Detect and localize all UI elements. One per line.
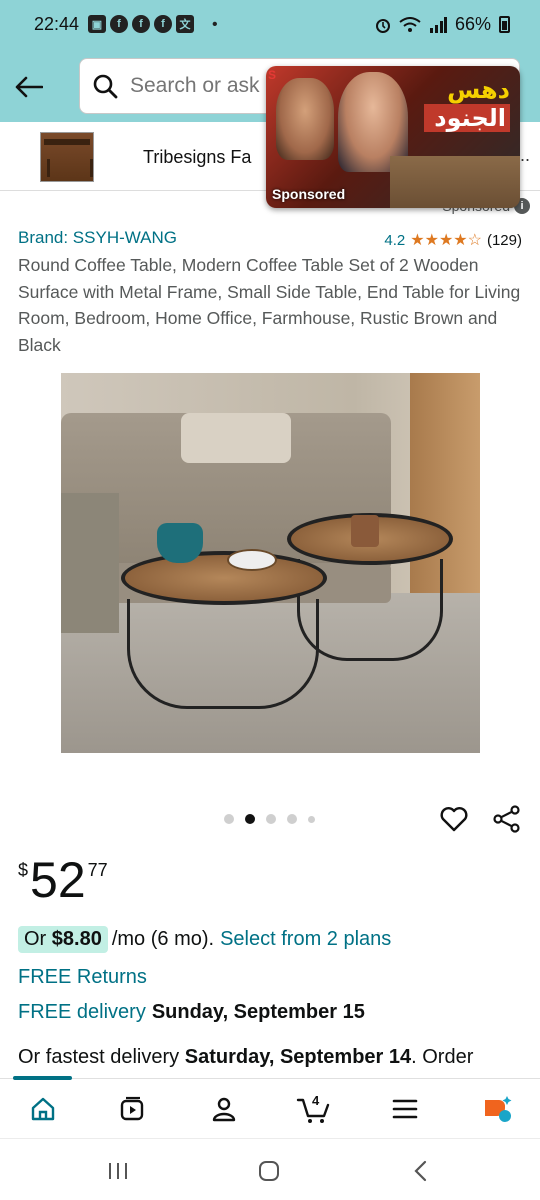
- select-plans-link[interactable]: Select from 2 plans: [220, 928, 391, 951]
- carousel-dot[interactable]: [308, 815, 315, 823]
- facebook-icon: f: [132, 15, 150, 33]
- battery-percent: 66%: [454, 14, 491, 34]
- back-arrow-icon: [15, 76, 43, 98]
- price-currency: $: [18, 860, 29, 880]
- notification-icons: ▣ f f f 文: [88, 15, 194, 33]
- free-delivery: FREE delivery Sunday, September 15: [18, 1001, 365, 1024]
- fastest-prefix: Or fastest delivery: [18, 1046, 180, 1068]
- fastest-date: Saturday, September 14: [184, 1046, 412, 1068]
- monthly-term: /mo (6 mo).: [111, 928, 215, 950]
- status-right: 66%: [375, 14, 510, 35]
- rating-value: 4.2: [384, 231, 406, 249]
- product-image[interactable]: [61, 373, 480, 753]
- video-icon: [120, 1096, 144, 1121]
- ad-headline-line1: دهس: [447, 76, 510, 104]
- star-rating-icon: ★★★★☆: [410, 232, 482, 249]
- signal-icon: [429, 16, 447, 33]
- ad-logo-icon[interactable]: S: [268, 68, 276, 82]
- search-icon: [93, 74, 118, 99]
- nav-menu[interactable]: [387, 1091, 423, 1127]
- monthly-amount: $8.80: [51, 928, 102, 950]
- recent-apps-button[interactable]: [103, 1157, 133, 1185]
- nav-account[interactable]: [206, 1091, 242, 1127]
- ad-product-thumbnail[interactable]: [40, 132, 94, 182]
- facebook-icon: f: [110, 15, 128, 33]
- image-cup: [227, 549, 277, 571]
- free-delivery-date: Sunday, September 15: [151, 1001, 365, 1023]
- alarm-icon: [375, 18, 390, 33]
- facebook-icon: f: [154, 15, 172, 33]
- back-button[interactable]: [12, 70, 46, 104]
- price: $ 52 77: [18, 852, 108, 908]
- status-time: 22:44: [34, 14, 80, 34]
- home-circle-icon: [259, 1161, 279, 1181]
- rufus-assistant-icon: [485, 1096, 512, 1122]
- free-returns-link[interactable]: FREE Returns: [18, 966, 147, 989]
- rating-summary[interactable]: 4.2 ★★★★☆ (129): [384, 230, 522, 250]
- image-table-top: [121, 551, 327, 605]
- system-back-button[interactable]: [406, 1157, 436, 1185]
- ad-scene-image: [390, 156, 520, 208]
- heart-icon: [440, 807, 468, 832]
- carousel-dots[interactable]: [224, 814, 315, 824]
- status-bar: 22:44 ▣ f f f 文 • 66%: [0, 0, 540, 52]
- image-plant-pot: [157, 523, 203, 563]
- home-icon: [31, 1097, 55, 1121]
- fastest-suffix: . Order: [411, 1046, 474, 1068]
- price-fraction: 77: [87, 860, 108, 880]
- image-throw-blanket: [61, 493, 119, 633]
- active-tab-indicator: [13, 1076, 72, 1080]
- gallery-icon: ▣: [88, 15, 106, 33]
- ad-headline: دهس الجنود: [420, 72, 514, 136]
- carousel-dot[interactable]: [245, 814, 255, 824]
- ad-person-image: [276, 78, 334, 160]
- rating-count: (129): [486, 231, 522, 249]
- carousel-dot[interactable]: [266, 814, 276, 824]
- price-whole: 52: [30, 852, 86, 908]
- translate-icon: 文: [176, 15, 194, 33]
- bottom-nav: 4: [0, 1076, 540, 1138]
- monthly-or: Or: [24, 928, 47, 950]
- nav-cart[interactable]: 4: [296, 1091, 332, 1127]
- nav-home[interactable]: [25, 1091, 61, 1127]
- status-dot: •: [212, 16, 218, 33]
- cart-count: 4: [312, 1093, 320, 1108]
- back-chevron-icon: [414, 1160, 427, 1182]
- monthly-payment: Or $8.80 /mo (6 mo). Select from 2 plans: [18, 926, 391, 953]
- fastest-delivery: Or fastest delivery Saturday, September …: [18, 1046, 540, 1069]
- image-pillow: [181, 413, 291, 463]
- wifi-icon: [399, 16, 421, 32]
- image-cactus: [351, 515, 379, 547]
- wishlist-button[interactable]: [439, 804, 469, 834]
- floating-video-ad[interactable]: دهس الجنود S Sponsored: [266, 66, 520, 208]
- ad-sponsored-label: Sponsored: [272, 186, 346, 202]
- recent-apps-icon: [109, 1163, 127, 1179]
- menu-icon: [392, 1099, 418, 1119]
- brand-link[interactable]: Brand: SSYH-WANG: [18, 228, 177, 248]
- account-icon: [212, 1097, 236, 1122]
- carousel-dot[interactable]: [287, 814, 297, 824]
- system-nav-bar: [0, 1138, 540, 1200]
- share-button[interactable]: [492, 804, 522, 834]
- share-icon: [493, 805, 520, 833]
- carousel-dot[interactable]: [224, 814, 234, 824]
- product-title: Round Coffee Table, Modern Coffee Table …: [18, 255, 521, 355]
- home-button[interactable]: [254, 1157, 284, 1185]
- nav-rufus[interactable]: [479, 1091, 515, 1127]
- battery-icon: [499, 16, 510, 33]
- ad-headline-line2: الجنود: [424, 104, 510, 132]
- ad-brand-name[interactable]: Tribesigns Fa: [143, 147, 251, 168]
- image-table-frame: [127, 599, 319, 709]
- free-delivery-link[interactable]: FREE delivery: [18, 1001, 146, 1023]
- monthly-payment-chip: Or $8.80: [18, 926, 108, 953]
- nav-video[interactable]: [114, 1091, 150, 1127]
